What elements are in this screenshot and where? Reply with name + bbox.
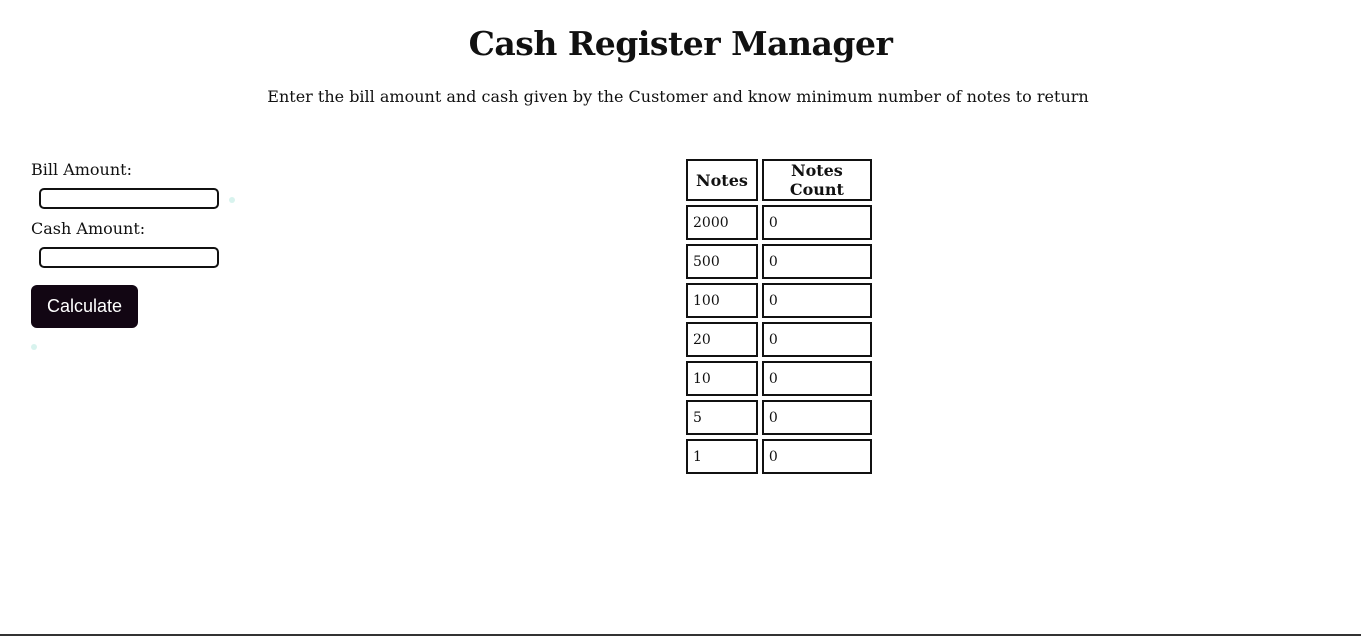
notes-table: Notes Notes Count 2000 0 500 0 100 0 20 …: [682, 155, 876, 478]
note-value-cell: 5: [686, 400, 758, 435]
calculate-button[interactable]: Calculate: [31, 285, 138, 328]
note-value-cell: 10: [686, 361, 758, 396]
page-title: Cash Register Manager: [468, 24, 893, 63]
table-row: 500 0: [686, 244, 872, 279]
notes-header: Notes: [686, 159, 758, 201]
table-row: 5 0: [686, 400, 872, 435]
table-header-row: Notes Notes Count: [686, 159, 872, 201]
input-form: Bill Amount: Cash Amount: Calculate: [31, 160, 291, 350]
bill-amount-input[interactable]: [39, 188, 219, 209]
table-row: 10 0: [686, 361, 872, 396]
note-count-cell: 0: [761, 322, 872, 357]
bill-error-indicator: [229, 197, 235, 203]
note-value-cell: 100: [686, 283, 758, 318]
table-row: 2000 0: [686, 205, 872, 240]
note-value-cell: 1: [686, 439, 758, 474]
cash-amount-label: Cash Amount:: [31, 219, 146, 238]
note-count-cell: 0: [761, 205, 872, 240]
cash-amount-input[interactable]: [39, 247, 219, 268]
table-row: 100 0: [686, 283, 872, 318]
table-row: 20 0: [686, 322, 872, 357]
note-count-cell: 0: [761, 361, 872, 396]
note-count-cell: 0: [761, 400, 872, 435]
note-value-cell: 500: [686, 244, 758, 279]
result-message-indicator: [31, 344, 37, 350]
page-subtitle: Enter the bill amount and cash given by …: [267, 87, 1089, 106]
table-row: 1 0: [686, 439, 872, 474]
note-value-cell: 2000: [686, 205, 758, 240]
notes-count-header: Notes Count: [761, 159, 872, 201]
bill-amount-label: Bill Amount:: [31, 160, 132, 179]
note-count-cell: 0: [761, 439, 872, 474]
note-count-cell: 0: [761, 244, 872, 279]
note-count-cell: 0: [761, 283, 872, 318]
note-value-cell: 20: [686, 322, 758, 357]
